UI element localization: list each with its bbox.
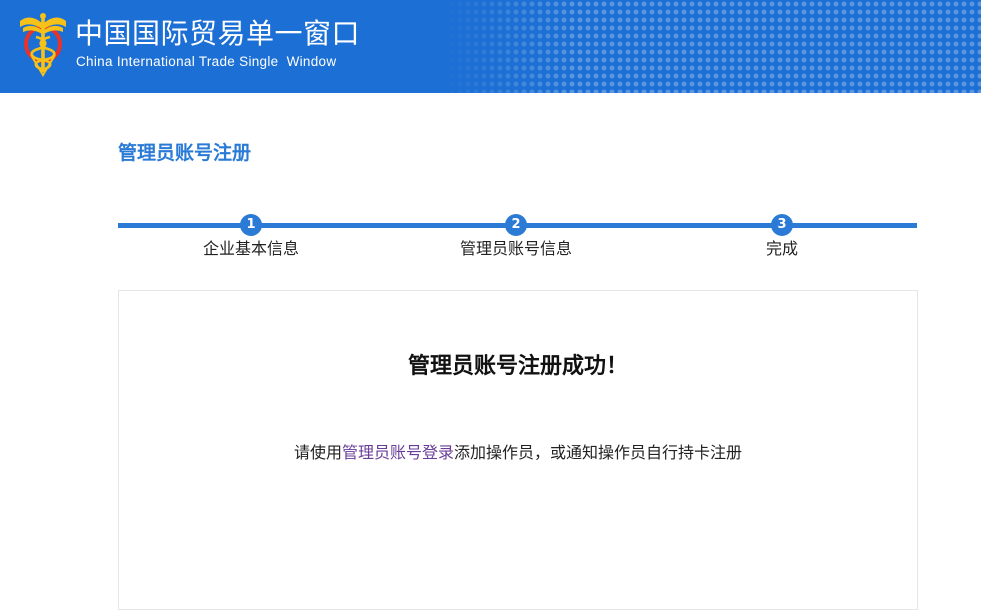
site-title: 中国国际贸易单一窗口 bbox=[75, 17, 361, 50]
step-3-marker: 3 bbox=[771, 214, 793, 236]
site-header: 中国国际贸易单一窗口 China International Trade Sin… bbox=[0, 0, 981, 93]
site-subtitle: China International Trade Single Window bbox=[76, 54, 337, 69]
step-1-marker: 1 bbox=[240, 214, 262, 236]
admin-login-link[interactable]: 管理员账号登录 bbox=[342, 443, 454, 462]
message-prefix: 请使用 bbox=[293, 443, 342, 462]
step-2-label: 管理员账号信息 bbox=[459, 239, 572, 258]
customs-emblem-icon bbox=[20, 13, 66, 77]
world-map-dots-decoration bbox=[440, 0, 981, 93]
step-2-marker: 2 bbox=[505, 214, 527, 236]
message-suffix: 添加操作员，或通知操作员自行持卡注册 bbox=[454, 443, 743, 462]
success-title: 管理员账号注册成功！ bbox=[407, 354, 628, 379]
page-title: 管理员账号注册 bbox=[118, 142, 252, 164]
step-1-label: 企业基本信息 bbox=[202, 239, 299, 258]
success-message: 请使用管理员账号登录添加操作员，或通知操作员自行持卡注册 bbox=[0, 442, 981, 464]
step-3-label: 完成 bbox=[765, 239, 798, 258]
